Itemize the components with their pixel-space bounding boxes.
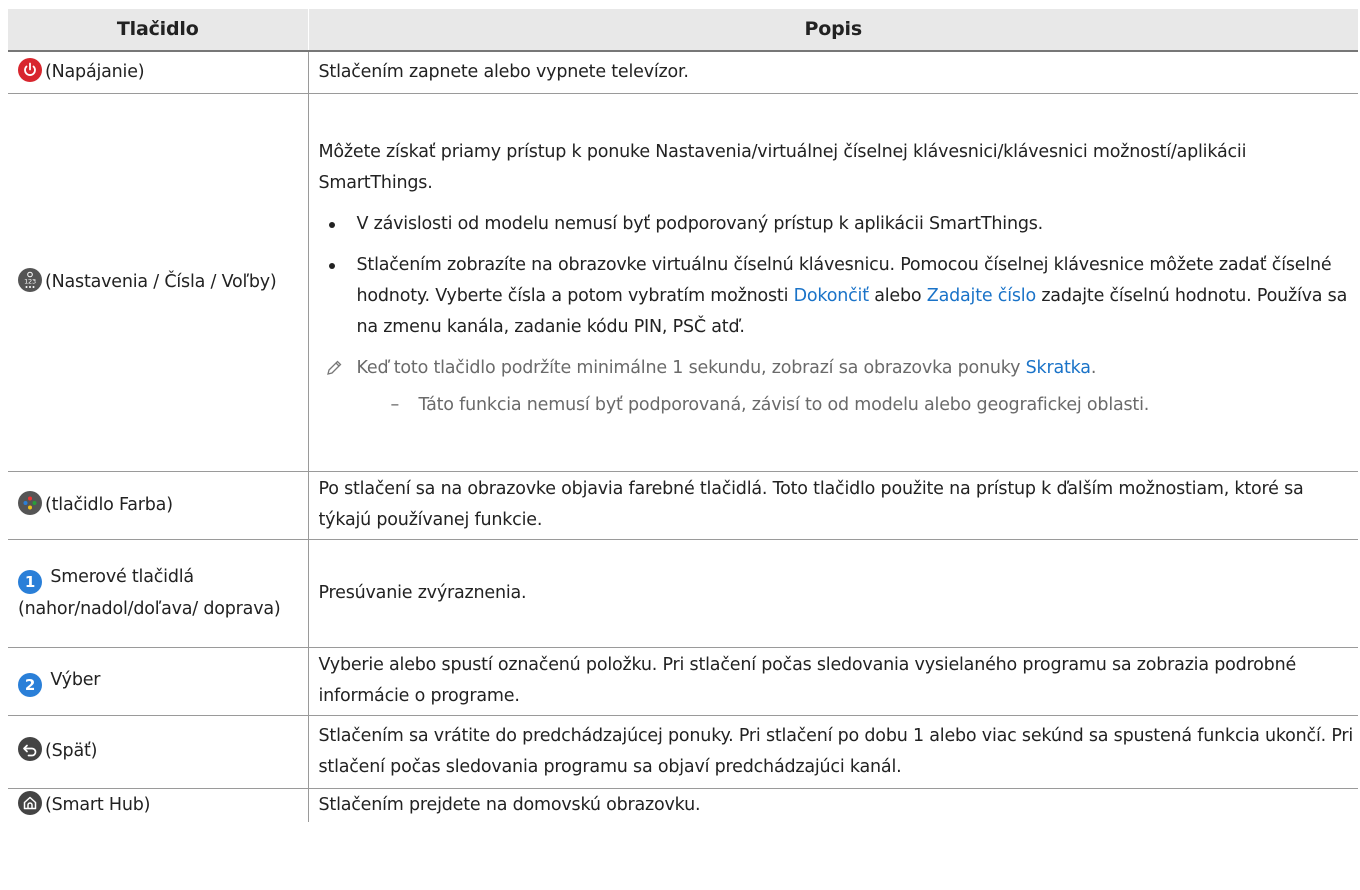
settings-numbers-icon: 123 — [18, 267, 42, 292]
button-label: (Späť) — [45, 741, 98, 761]
button-label: (Nastavenia / Čísla / Voľby) — [45, 271, 277, 292]
power-icon — [18, 57, 42, 82]
table-row-color: (tlačidlo Farba) Po stlačení sa na obraz… — [8, 471, 1358, 540]
subnote: – Táto funkcia nemusí byť podporovaná, z… — [319, 390, 1359, 421]
button-cell: (Smart Hub) — [8, 788, 309, 822]
bullet-dot — [328, 263, 335, 269]
remote-buttons-table: Tlačidlo Popis (Napájanie) Stlačením zap… — [8, 9, 1358, 822]
button-label: (tlačidlo Farba) — [45, 494, 173, 515]
note-text: Keď toto tlačidlo podržíte minimálne 1 s… — [356, 358, 1026, 378]
table-header-row: Tlačidlo Popis — [8, 9, 1358, 52]
bullet-text: V závislosti od modelu nemusí byť podpor… — [356, 214, 1044, 234]
badge-2: 2 — [18, 673, 42, 697]
bullet-item: Stlačením zobrazíte na obrazovke virtuál… — [319, 250, 1359, 343]
table-row-settings: 123 (Nastavenia / Čísla / Voľby) Môžete … — [8, 93, 1359, 472]
badge-1: 1 — [18, 569, 42, 594]
bullet-text: alebo — [868, 286, 927, 306]
table-row-power: (Napájanie) Stlačením zapnete alebo vypn… — [8, 51, 1358, 94]
description-cell: Stlačením zapnete alebo vypnete televízo… — [308, 51, 1358, 94]
description-cell: Stlačením prejdete na domovskú obrazovku… — [318, 794, 701, 815]
button-cell: (Späť) — [8, 715, 309, 789]
table-row-select: 2 Výber Vyberie alebo spustí označenú po… — [8, 647, 1358, 716]
description-cell: Môžete získať priamy prístup k ponuke Na… — [308, 93, 1359, 472]
button-label: (Napájanie) — [45, 61, 145, 82]
button-label: (Smart Hub) — [45, 794, 151, 815]
description-cell: Po stlačení sa na obrazovke objavia fare… — [308, 471, 1358, 540]
home-icon — [18, 790, 42, 815]
description-cell: Stlačením sa vrátite do predchádzajúcej … — [308, 715, 1358, 789]
link-zadajte-cislo[interactable]: Zadajte číslo — [927, 286, 1036, 306]
table-row-back: (Späť) Stlačením sa vrátite do predchádz… — [8, 715, 1358, 789]
header-button: Tlačidlo — [8, 9, 308, 52]
button-label: Výber — [50, 670, 101, 690]
button-cell: 2 Výber — [8, 647, 309, 716]
note: Keď toto tlačidlo podržíte minimálne 1 s… — [319, 353, 1359, 384]
button-cell: (Napájanie) — [8, 51, 309, 94]
bullet-item: V závislosti od modelu nemusí byť podpor… — [319, 209, 1359, 240]
button-cell: (tlačidlo Farba) — [8, 471, 309, 540]
button-cell: 1 Smerové tlačidlá (nahor/nadol/doľava/ … — [8, 539, 309, 648]
bullet-list: V závislosti od modelu nemusí byť podpor… — [319, 209, 1359, 343]
button-label: Smerové tlačidlá (nahor/nadol/doľava/ do… — [18, 566, 281, 619]
pencil-icon — [326, 360, 341, 375]
table-row-smarthub: (Smart Hub) Stlačením prejdete na domovs… — [8, 788, 1358, 822]
dash: – — [390, 395, 400, 415]
color-button-icon — [18, 490, 42, 515]
link-skratka[interactable]: Skratka — [1026, 358, 1091, 378]
link-dokoncit[interactable]: Dokončiť — [794, 286, 869, 306]
table-row-directional: 1 Smerové tlačidlá (nahor/nadol/doľava/ … — [8, 539, 1358, 648]
back-icon — [18, 737, 42, 761]
svg-text:123: 123 — [24, 277, 36, 285]
note-text: . — [1090, 358, 1097, 378]
subnote-text: Táto funkcia nemusí byť podporovaná, záv… — [418, 395, 1150, 415]
description-intro: Môžete získať priamy prístup k ponuke Na… — [318, 142, 1247, 193]
button-cell: 123 (Nastavenia / Čísla / Voľby) — [8, 93, 309, 472]
description-cell: Presúvanie zvýraznenia. — [308, 539, 1358, 648]
header-description: Popis — [307, 9, 1358, 52]
description-cell: Vyberie alebo spustí označenú položku. P… — [308, 647, 1358, 716]
bullet-dot — [328, 222, 335, 228]
